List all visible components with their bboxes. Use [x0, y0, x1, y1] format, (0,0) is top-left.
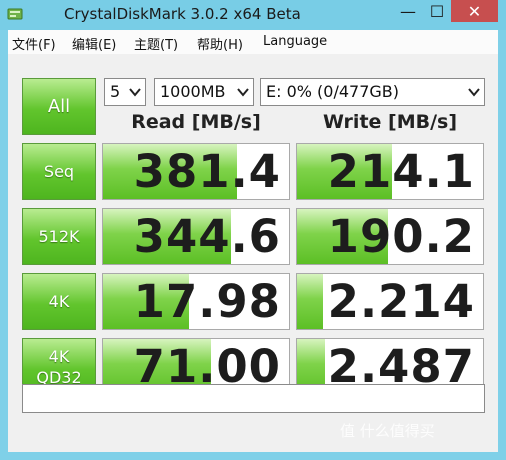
- watermark-text: 值 什么值得买: [340, 422, 435, 440]
- 4k-write-bar: [297, 274, 324, 329]
- maximize-button[interactable]: ☐: [423, 0, 451, 22]
- chevron-down-icon: [237, 88, 249, 97]
- test-size-select[interactable]: 1000MB: [154, 78, 254, 106]
- 512k-write-value: 190.2: [327, 210, 475, 263]
- 512k-read-result: 344.6: [102, 208, 290, 265]
- 512k-write-result: 190.2: [296, 208, 484, 265]
- window-title: CrystalDiskMark 3.0.2 x64 Beta: [64, 5, 301, 23]
- minimize-icon: —: [400, 1, 416, 21]
- crystaldiskmark-app-icon: [7, 8, 23, 20]
- close-button[interactable]: ✕: [451, 0, 498, 22]
- close-icon: ✕: [467, 1, 482, 21]
- benchmark-panel: All 5 1000MB E: 0% (0/477GB) Read [MB/s]…: [8, 30, 498, 452]
- test-size-value: 1000MB: [160, 82, 226, 101]
- 512k-test-button[interactable]: 512K: [22, 208, 96, 265]
- title-bar: CrystalDiskMark 3.0.2 x64 Beta — ☐ ✕: [0, 0, 506, 30]
- test-count-value: 5: [110, 82, 121, 101]
- read-column-header: Read [MB/s]: [131, 111, 261, 133]
- 4k-test-button[interactable]: 4K: [22, 273, 96, 330]
- 4k-write-result: 2.214: [296, 273, 484, 330]
- chevron-down-icon: [468, 88, 480, 97]
- drive-value: E: 0% (0/477GB): [266, 82, 400, 101]
- drive-select[interactable]: E: 0% (0/477GB): [260, 78, 485, 106]
- seq-test-button[interactable]: Seq: [22, 143, 96, 200]
- maximize-icon: ☐: [429, 1, 445, 21]
- 4k-read-value: 17.98: [133, 275, 281, 328]
- seq-write-value: 214.1: [327, 145, 475, 198]
- 4k-read-result: 17.98: [102, 273, 290, 330]
- seq-write-result: 214.1: [296, 143, 484, 200]
- write-column-header: Write [MB/s]: [322, 111, 458, 133]
- seq-read-value: 381.4: [133, 145, 281, 198]
- minimize-button[interactable]: —: [393, 0, 423, 22]
- comment-field[interactable]: [22, 384, 485, 413]
- 4k-write-value: 2.214: [327, 275, 475, 328]
- 512k-read-value: 344.6: [133, 210, 281, 263]
- chevron-down-icon: [129, 88, 141, 97]
- test-count-select[interactable]: 5: [104, 78, 146, 106]
- run-all-button[interactable]: All: [22, 78, 96, 135]
- seq-read-result: 381.4: [102, 143, 290, 200]
